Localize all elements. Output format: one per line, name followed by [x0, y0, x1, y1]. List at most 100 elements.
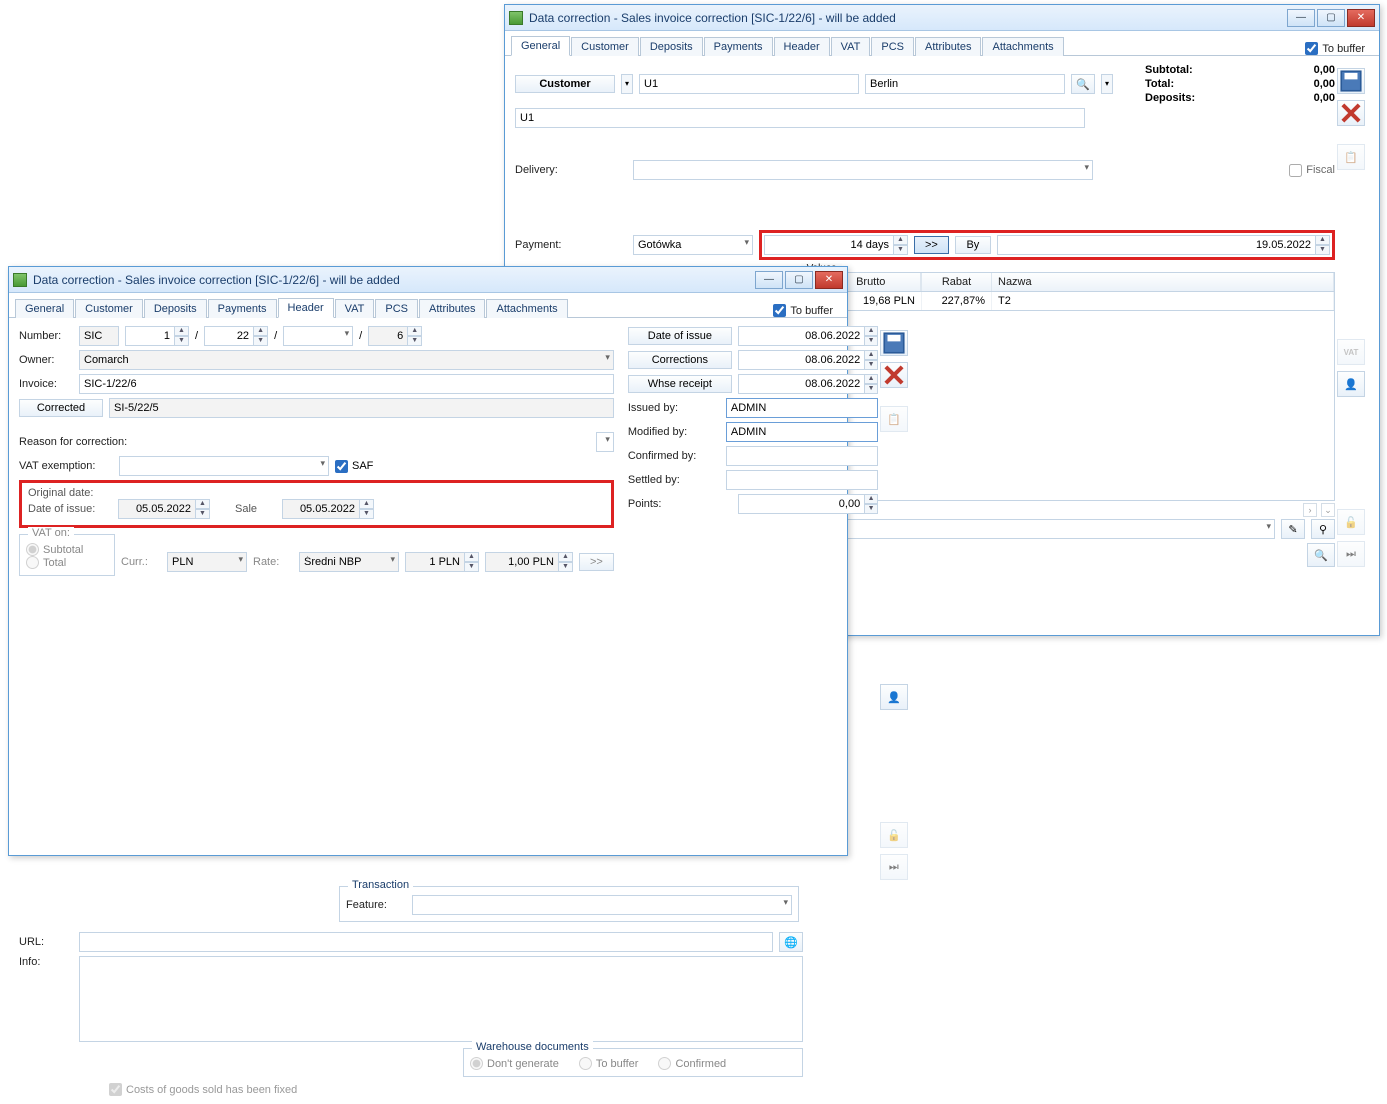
- customer-city-input[interactable]: [865, 74, 1065, 94]
- tab-attachments[interactable]: Attachments: [982, 37, 1063, 56]
- vat-icon[interactable]: VAT: [1337, 339, 1365, 365]
- url-browse-icon[interactable]: 🌐: [779, 932, 803, 952]
- minimize-button[interactable]: —: [1287, 9, 1315, 27]
- scroll-down-icon[interactable]: ⌄: [1321, 503, 1335, 517]
- corrected-button[interactable]: Corrected: [19, 399, 103, 417]
- tab-general[interactable]: General: [511, 36, 570, 56]
- fiscal-checkbox[interactable]: [1289, 164, 1302, 177]
- tab-payments[interactable]: Payments: [704, 37, 773, 56]
- spin-down-icon[interactable]: ▼: [196, 509, 210, 519]
- tab-vat[interactable]: VAT: [831, 37, 871, 56]
- curr-combo[interactable]: [167, 552, 247, 572]
- tab-header[interactable]: Header: [774, 37, 830, 56]
- tab-vat[interactable]: VAT: [335, 299, 375, 318]
- save-icon[interactable]: [1337, 68, 1365, 94]
- spin-up-icon[interactable]: ▲: [254, 326, 268, 336]
- spin-up-icon[interactable]: ▲: [894, 235, 908, 245]
- spin-down-icon[interactable]: ▼: [865, 384, 878, 394]
- filter-config-icon[interactable]: ⚲: [1311, 519, 1335, 539]
- tab-attributes[interactable]: Attributes: [915, 37, 981, 56]
- delivery-combo[interactable]: [633, 160, 1093, 180]
- reason-combo[interactable]: [596, 432, 614, 452]
- tab-customer[interactable]: Customer: [571, 37, 639, 56]
- owner-combo[interactable]: [79, 350, 614, 370]
- to-buffer-check[interactable]: To buffer: [773, 304, 841, 317]
- tab-deposits[interactable]: Deposits: [144, 299, 207, 318]
- number-n1[interactable]: [125, 326, 175, 346]
- wh-dont-radio[interactable]: Don't generate: [470, 1057, 559, 1070]
- to-buffer-checkbox[interactable]: [773, 304, 786, 317]
- spin-down-icon[interactable]: ▼: [465, 562, 479, 572]
- vat-subtotal-radio[interactable]: Subtotal: [26, 543, 108, 556]
- number-n3-combo[interactable]: [283, 326, 353, 346]
- date-of-issue-input[interactable]: [738, 326, 865, 346]
- clipboard-icon[interactable]: 📋: [880, 406, 908, 432]
- payment-date-input[interactable]: [997, 235, 1316, 255]
- spin-down-icon[interactable]: ▼: [1316, 245, 1330, 255]
- close-button[interactable]: ✕: [1347, 9, 1375, 27]
- to-buffer-checkbox[interactable]: [1305, 42, 1318, 55]
- payment-by-button[interactable]: By: [955, 236, 991, 254]
- corrections-date-input[interactable]: [738, 350, 865, 370]
- payment-method-combo[interactable]: [633, 235, 753, 255]
- customer-dropdown-icon[interactable]: ▾: [621, 74, 633, 94]
- spin-down-icon[interactable]: ▼: [175, 336, 189, 346]
- lock-icon[interactable]: 🔓: [880, 822, 908, 848]
- user-ledger-icon[interactable]: 👤: [1337, 371, 1365, 397]
- payment-more-button[interactable]: >>: [914, 236, 949, 254]
- search-button[interactable]: 🔍: [1307, 543, 1335, 567]
- customer-code-input[interactable]: [639, 74, 859, 94]
- delete-icon[interactable]: [880, 362, 908, 388]
- spin-up-icon[interactable]: ▲: [865, 350, 878, 360]
- number-n2[interactable]: [204, 326, 254, 346]
- corrections-button[interactable]: Corrections: [628, 351, 732, 369]
- vat-exemption-combo[interactable]: [119, 456, 329, 476]
- spin-down-icon[interactable]: ▼: [865, 336, 878, 346]
- tab-customer[interactable]: Customer: [75, 299, 143, 318]
- user-ledger-icon[interactable]: 👤: [880, 684, 908, 710]
- titlebar[interactable]: Data correction - Sales invoice correcti…: [505, 5, 1379, 31]
- lock-icon[interactable]: 🔓: [1337, 509, 1365, 535]
- clipboard-icon[interactable]: 📋: [1337, 144, 1365, 170]
- saf-check[interactable]: SAF: [335, 460, 373, 473]
- delete-icon[interactable]: [1337, 100, 1365, 126]
- maximize-button[interactable]: ▢: [1317, 9, 1345, 27]
- spin-down-icon[interactable]: ▼: [894, 245, 908, 255]
- tab-attributes[interactable]: Attributes: [419, 299, 485, 318]
- spin-up-icon[interactable]: ▲: [559, 552, 573, 562]
- spin-down-icon[interactable]: ▼: [408, 336, 422, 346]
- modified-by-input[interactable]: [726, 422, 878, 442]
- info-textarea[interactable]: [79, 956, 803, 1042]
- tab-payments[interactable]: Payments: [208, 299, 277, 318]
- spin-down-icon[interactable]: ▼: [559, 562, 573, 572]
- customer-name-input[interactable]: [515, 108, 1085, 128]
- confirmed-by-input[interactable]: [726, 446, 878, 466]
- minimize-button[interactable]: —: [755, 271, 783, 289]
- fiscal-check[interactable]: Fiscal: [1289, 164, 1335, 177]
- wh-confirmed-radio[interactable]: Confirmed: [658, 1057, 726, 1070]
- spin-up-icon[interactable]: ▲: [865, 374, 878, 384]
- customer-search-dropdown[interactable]: ▾: [1101, 74, 1113, 94]
- spin-up-icon[interactable]: ▲: [360, 499, 374, 509]
- whse-receipt-button[interactable]: Whse receipt: [628, 375, 732, 393]
- points-input[interactable]: [738, 494, 865, 514]
- col-nazwa[interactable]: Nazwa: [992, 273, 1334, 291]
- col-rabat[interactable]: Rabat: [922, 273, 992, 291]
- spin-down-icon[interactable]: ▼: [254, 336, 268, 346]
- issued-by-input[interactable]: [726, 398, 878, 418]
- spin-up-icon[interactable]: ▲: [408, 326, 422, 336]
- date-of-issue-button[interactable]: Date of issue: [628, 327, 732, 345]
- customer-button[interactable]: Customer: [515, 75, 615, 93]
- settled-by-input[interactable]: [726, 470, 878, 490]
- close-button[interactable]: ✕: [815, 271, 843, 289]
- end-icon[interactable]: ⏭: [880, 854, 908, 880]
- tab-attachments[interactable]: Attachments: [486, 299, 567, 318]
- tab-header[interactable]: Header: [278, 298, 334, 318]
- vat-total-radio[interactable]: Total: [26, 556, 108, 569]
- whse-receipt-input[interactable]: [738, 374, 865, 394]
- customer-search-icon[interactable]: 🔍: [1071, 74, 1095, 94]
- tab-pcs[interactable]: PCS: [375, 299, 418, 318]
- feature-combo[interactable]: [412, 895, 792, 915]
- rate-more-button[interactable]: >>: [579, 553, 614, 571]
- titlebar[interactable]: Data correction - Sales invoice correcti…: [9, 267, 847, 293]
